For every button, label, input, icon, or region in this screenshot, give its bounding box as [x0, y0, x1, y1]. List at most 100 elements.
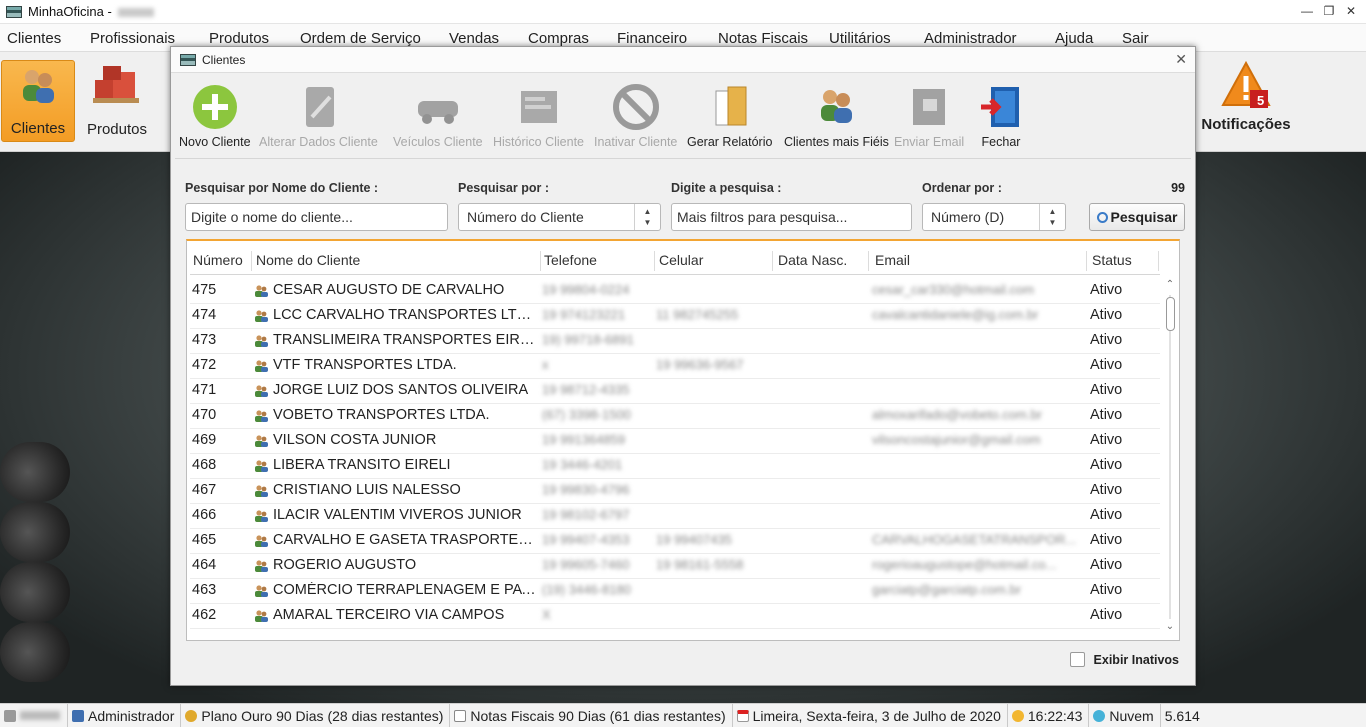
- car-icon: [417, 101, 458, 124]
- table-row[interactable]: 470 VOBETO TRANSPORTES LTDA. (67) 3398-150…: [190, 404, 1160, 429]
- table-row[interactable]: 468 LIBERA TRANSITO EIRELI 19 3446-4201 Ati…: [190, 454, 1160, 479]
- cell-nome: AMARAL TERCEIRO VIA CAMPOS: [273, 607, 505, 623]
- person-icon: [255, 560, 268, 572]
- table-row[interactable]: 472 VTF TRANSPORTES LTDA. x 19 99636-9567 At…: [190, 354, 1160, 379]
- cell-nome: CESAR AUGUSTO DE CARVALHO: [273, 282, 505, 298]
- digite-label: Digite a pesquisa :: [671, 181, 782, 195]
- table-row[interactable]: 464 ROGERIO AUGUSTO 19 99605-7460 19 98161-…: [190, 554, 1160, 579]
- notification-count: 5: [1257, 93, 1265, 108]
- pesquisar-por-value: Número do Cliente: [467, 209, 584, 225]
- status-notas-text: Notas Fiscais 90 Dias (61 dias restantes…: [470, 707, 726, 724]
- dialog-logo-icon: [180, 53, 196, 66]
- table-row[interactable]: 465 CARVALHO E GASETA TRASPORTES LT... 19 …: [190, 529, 1160, 554]
- menu-notas-fiscais[interactable]: Notas Fiscais: [718, 30, 808, 47]
- novo-cliente-button[interactable]: Novo Cliente: [179, 83, 251, 149]
- cell-numero: 469: [192, 432, 217, 448]
- person-icon: [255, 435, 268, 447]
- menu-ordem-servico[interactable]: Ordem de Serviço: [300, 30, 421, 47]
- close-icon[interactable]: ✕: [1342, 2, 1360, 20]
- cell-numero: 472: [192, 357, 217, 373]
- mais-filtros-input[interactable]: Mais filtros para pesquisa...: [671, 203, 912, 231]
- dialog-close-icon[interactable]: ✕: [1175, 51, 1187, 68]
- menu-sair[interactable]: Sair: [1122, 30, 1149, 47]
- menu-vendas[interactable]: Vendas: [449, 30, 499, 47]
- menu-administrador[interactable]: Administrador: [924, 30, 1017, 47]
- person-icon: [255, 460, 268, 472]
- menu-ajuda[interactable]: Ajuda: [1055, 30, 1093, 47]
- cell-numero: 462: [192, 607, 217, 623]
- block-icon: [612, 84, 659, 130]
- col-telefone[interactable]: Telefone: [544, 252, 597, 268]
- nome-search-input[interactable]: Digite o nome do cliente...: [185, 203, 448, 231]
- restore-icon[interactable]: ❐: [1320, 2, 1338, 20]
- table-row[interactable]: 467 CRISTIANO LUIS NALESSO 19 99830-4796 At…: [190, 479, 1160, 504]
- dialog-title: Clientes: [202, 52, 246, 67]
- main-notificacoes-label: Notificações: [1201, 116, 1291, 133]
- alterar-dados-button[interactable]: Alterar Dados Cliente: [259, 83, 378, 149]
- ordenar-select[interactable]: Número (D) ▲ ▼: [922, 203, 1066, 231]
- cell-status: Ativo: [1090, 532, 1123, 548]
- col-data-nasc[interactable]: Data Nasc.: [778, 252, 847, 268]
- exibir-inativos-toggle[interactable]: Exibir Inativos: [1069, 652, 1179, 667]
- scroll-up-icon[interactable]: ⌃: [1163, 279, 1177, 293]
- pesquisar-label: Pesquisar: [1110, 209, 1178, 225]
- historico-cliente-label: Histórico Cliente: [493, 135, 585, 149]
- table-row[interactable]: 462 AMARAL TERCEIRO VIA CAMPOS X Ativo: [190, 604, 1160, 629]
- pesquisar-por-select[interactable]: Número do Cliente ▲ ▼: [458, 203, 661, 231]
- cell-status: Ativo: [1090, 507, 1123, 523]
- table-header: Número Nome do Cliente Telefone Celular …: [190, 247, 1160, 275]
- main-notificacoes-button[interactable]: 5 Notificações: [1198, 60, 1294, 133]
- table-row[interactable]: 466 ILACIR VALENTIM VIVEROS JUNIOR 19 9810…: [190, 504, 1160, 529]
- fechar-button[interactable]: Fechar: [977, 83, 1025, 149]
- col-numero[interactable]: Número: [193, 252, 243, 268]
- status-nuvem[interactable]: Nuvem: [1089, 703, 1161, 727]
- gerar-relatorio-button[interactable]: Gerar Relatório: [687, 83, 772, 149]
- inativar-cliente-label: Inativar Cliente: [594, 135, 678, 149]
- col-celular[interactable]: Celular: [659, 252, 703, 268]
- inativar-cliente-button[interactable]: Inativar Cliente: [594, 83, 677, 149]
- table-row[interactable]: 473 TRANSLIMEIRA TRANSPORTES EIRELI 19) 99…: [190, 329, 1160, 354]
- enviar-email-button[interactable]: Enviar Email: [894, 83, 964, 149]
- exibir-inativos-checkbox[interactable]: [1069, 652, 1085, 667]
- table-row[interactable]: 471 JORGE LUIZ DOS SANTOS OLIVEIRA 19 9871…: [190, 379, 1160, 404]
- clientes-fieis-label: Clientes mais Fiéis: [784, 135, 889, 149]
- scroll-down-icon[interactable]: ⌄: [1163, 621, 1177, 635]
- main-produtos-button[interactable]: Produtos: [80, 60, 154, 142]
- col-status[interactable]: Status: [1092, 252, 1132, 268]
- menu-clientes[interactable]: Clientes: [7, 30, 61, 47]
- menu-financeiro[interactable]: Financeiro: [617, 30, 687, 47]
- cell-status: Ativo: [1090, 432, 1123, 448]
- menu-utilitarios[interactable]: Utilitários: [829, 30, 891, 47]
- person-icon: [255, 585, 268, 597]
- table-row[interactable]: 463 COMÉRCIO TERRAPLENAGEM E PAVI... (19) …: [190, 579, 1160, 604]
- nome-label: Pesquisar por Nome do Cliente :: [185, 181, 379, 195]
- main-clientes-button[interactable]: Clientes: [1, 60, 75, 142]
- veiculos-cliente-button[interactable]: Veículos Cliente: [393, 83, 483, 149]
- table-row[interactable]: 469 VILSON COSTA JUNIOR 19 991364859 vilson…: [190, 429, 1160, 454]
- scroll-thumb[interactable]: [1166, 297, 1175, 331]
- menu-produtos[interactable]: Produtos: [209, 30, 269, 47]
- pesquisar-button[interactable]: Pesquisar: [1089, 203, 1185, 231]
- email-icon: [913, 89, 946, 125]
- historico-cliente-button[interactable]: Histórico Cliente: [493, 83, 584, 149]
- col-email[interactable]: Email: [875, 252, 910, 268]
- clientes-fieis-button[interactable]: Clientes mais Fiéis: [784, 83, 889, 149]
- minimize-icon[interactable]: —: [1298, 2, 1316, 20]
- cell-nome: CRISTIANO LUIS NALESSO: [273, 482, 461, 498]
- menu-compras[interactable]: Compras: [528, 30, 589, 47]
- cell-celular: 19 98161-5558: [656, 557, 744, 572]
- cell-email: cavalcantidaniele@ig.com.br: [872, 307, 1039, 322]
- table-row[interactable]: 475 CESAR AUGUSTO DE CARVALHO 19 99804-022…: [190, 279, 1160, 304]
- cell-numero: 466: [192, 507, 217, 523]
- table-row[interactable]: 474 LCC CARVALHO TRANSPORTES LTDA ... 19 9…: [190, 304, 1160, 329]
- app-logo-icon: [6, 5, 22, 18]
- vertical-scrollbar[interactable]: ⌃ ⌄: [1163, 279, 1177, 635]
- menu-profissionais[interactable]: Profissionais: [90, 30, 175, 47]
- dialog-title-bar: Clientes ✕: [171, 47, 1195, 73]
- cell-nome: LCC CARVALHO TRANSPORTES LTDA ...: [273, 307, 540, 323]
- col-nome[interactable]: Nome do Cliente: [256, 252, 360, 268]
- cell-numero: 473: [192, 332, 217, 348]
- cell-nome: LIBERA TRANSITO EIRELI: [273, 457, 451, 473]
- cell-email: CARVALHOGASETATRANSPOR...: [872, 532, 1077, 547]
- history-icon: [520, 91, 557, 123]
